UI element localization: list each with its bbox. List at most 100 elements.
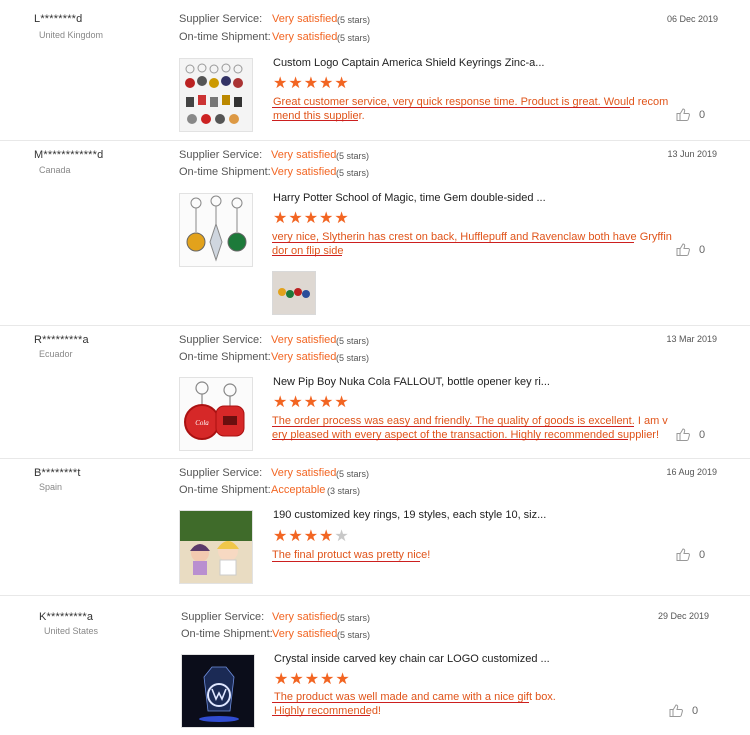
supplier-service-value: Very satisfied [271,149,337,161]
shipment-stars: (5 stars) [336,353,370,363]
product-title-link[interactable]: Harry Potter School of Magic, time Gem d… [273,192,546,204]
review-date: 29 Dec 2019 [657,611,709,621]
star-icon: ★ [273,210,288,227]
shipment-stars: (5 stars) [337,630,371,640]
star-icon: ★ [273,528,288,545]
keyring-assortment-image [180,59,252,131]
shipment-label: On-time Shipment: [179,351,271,363]
like-button[interactable]: 0 [676,548,705,561]
star-icon: ★ [319,210,334,227]
rating-stars: ★★★★★ [273,528,350,545]
supplier-service-stars: (5 stars) [336,336,370,346]
star-icon: ★ [288,75,303,92]
like-count: 0 [699,243,706,256]
house-keyrings-image [180,194,252,266]
star-icon: ★ [304,671,320,688]
supplier-service-label: Supplier Service: [179,467,263,479]
supplier-service-stars: (5 stars) [336,151,370,161]
acrylic-figure-keyrings-image [180,511,252,583]
thumbs-up-icon [676,243,690,256]
crystal-car-logo-keychain-image [182,655,254,727]
star-icon: ★ [319,394,334,411]
star-icon: ★ [274,671,289,688]
review-item: R*********a Ecuador Supplier Service: Ve… [0,326,750,459]
review-item: L********d United Kingdom Supplier Servi… [0,0,750,141]
review-date: 13 Mar 2019 [666,334,717,344]
product-title-link[interactable]: New Pip Boy Nuka Cola FALLOUT, bottle op… [273,376,550,388]
star-icon: ★ [303,394,319,411]
highlight-underline [272,561,420,562]
buyer-name: B********t [34,467,81,479]
buyer-name: L********d [34,13,83,25]
like-button[interactable]: 0 [676,428,705,441]
star-icon: ★ [303,528,319,545]
supplier-service-value: Very satisfied [271,467,337,479]
star-icon: ★ [273,394,288,411]
buyer-country: Canada [39,165,71,175]
review-comment: The final protuct was pretty nice! [272,548,430,562]
thumbs-up-icon [669,704,683,717]
buyer-country: United Kingdom [39,30,104,40]
shipment-value: Very satisfied [271,166,337,178]
supplier-service-value: Very satisfied [271,334,337,346]
supplier-service-value: Very satisfied [272,13,338,25]
shipment-label: On-time Shipment: [179,166,271,178]
review-photo-thumbnail[interactable] [272,271,316,315]
thumbs-up-icon [676,108,690,121]
highlight-underline [272,439,628,440]
bottle-opener-keyring-image: Cola [180,378,252,450]
supplier-service-stars: (5 stars) [336,469,370,479]
product-thumbnail[interactable]: Cola [179,377,253,451]
buyer-name: K*********a [39,611,94,623]
supplier-service-stars: (5 stars) [337,15,371,25]
supplier-service-label: Supplier Service: [179,334,263,346]
star-icon: ★ [335,671,350,688]
shipment-stars: (3 stars) [327,486,361,496]
star-empty-icon: ★ [334,528,349,545]
highlight-underline [272,715,370,716]
buyer-country: United States [44,626,99,636]
like-button[interactable]: 0 [676,108,705,121]
product-title-link[interactable]: Custom Logo Captain America Shield Keyri… [273,57,544,69]
review-comment: The order process was easy and friendly.… [272,414,668,442]
star-icon: ★ [334,75,349,92]
product-thumbnail[interactable] [179,510,253,584]
star-icon: ★ [288,394,303,411]
star-icon: ★ [303,75,319,92]
buyer-country: Ecuador [39,349,73,359]
highlight-underline [272,107,630,108]
star-icon: ★ [303,210,319,227]
like-count: 0 [699,108,706,121]
star-icon: ★ [273,75,288,92]
rating-stars: ★★★★★ [273,394,350,411]
like-count: 0 [692,704,699,717]
review-date: 13 Jun 2019 [667,149,717,159]
review-date: 16 Aug 2019 [666,467,717,477]
product-thumbnail[interactable] [179,58,253,132]
star-icon: ★ [334,210,349,227]
review-item: M************d Canada Supplier Service: … [0,141,750,326]
like-button[interactable]: 0 [669,704,698,717]
highlight-underline [272,120,358,121]
shipment-stars: (5 stars) [337,33,371,43]
product-thumbnail[interactable] [181,654,255,728]
rating-stars: ★★★★★ [273,210,350,227]
review-comment: The product was well made and came with … [274,690,556,718]
svg-text:Cola: Cola [195,419,209,427]
product-thumbnail[interactable] [179,193,253,267]
highlight-underline [272,242,634,243]
rating-stars: ★★★★★ [273,75,350,92]
review-comment: Great customer service, very quick respo… [273,95,668,123]
supplier-service-label: Supplier Service: [181,611,265,623]
star-icon: ★ [320,671,335,688]
like-count: 0 [699,548,706,561]
review-item: K*********a United States Supplier Servi… [0,596,750,735]
product-title-link[interactable]: 190 customized key rings, 19 styles, eac… [273,509,546,521]
like-button[interactable]: 0 [676,243,705,256]
supplier-service-label: Supplier Service: [179,13,263,25]
product-title-link[interactable]: Crystal inside carved key chain car LOGO… [274,653,550,665]
like-count: 0 [699,428,706,441]
star-icon: ★ [289,671,304,688]
highlight-underline [272,255,342,256]
shipment-label: On-time Shipment: [179,484,271,496]
